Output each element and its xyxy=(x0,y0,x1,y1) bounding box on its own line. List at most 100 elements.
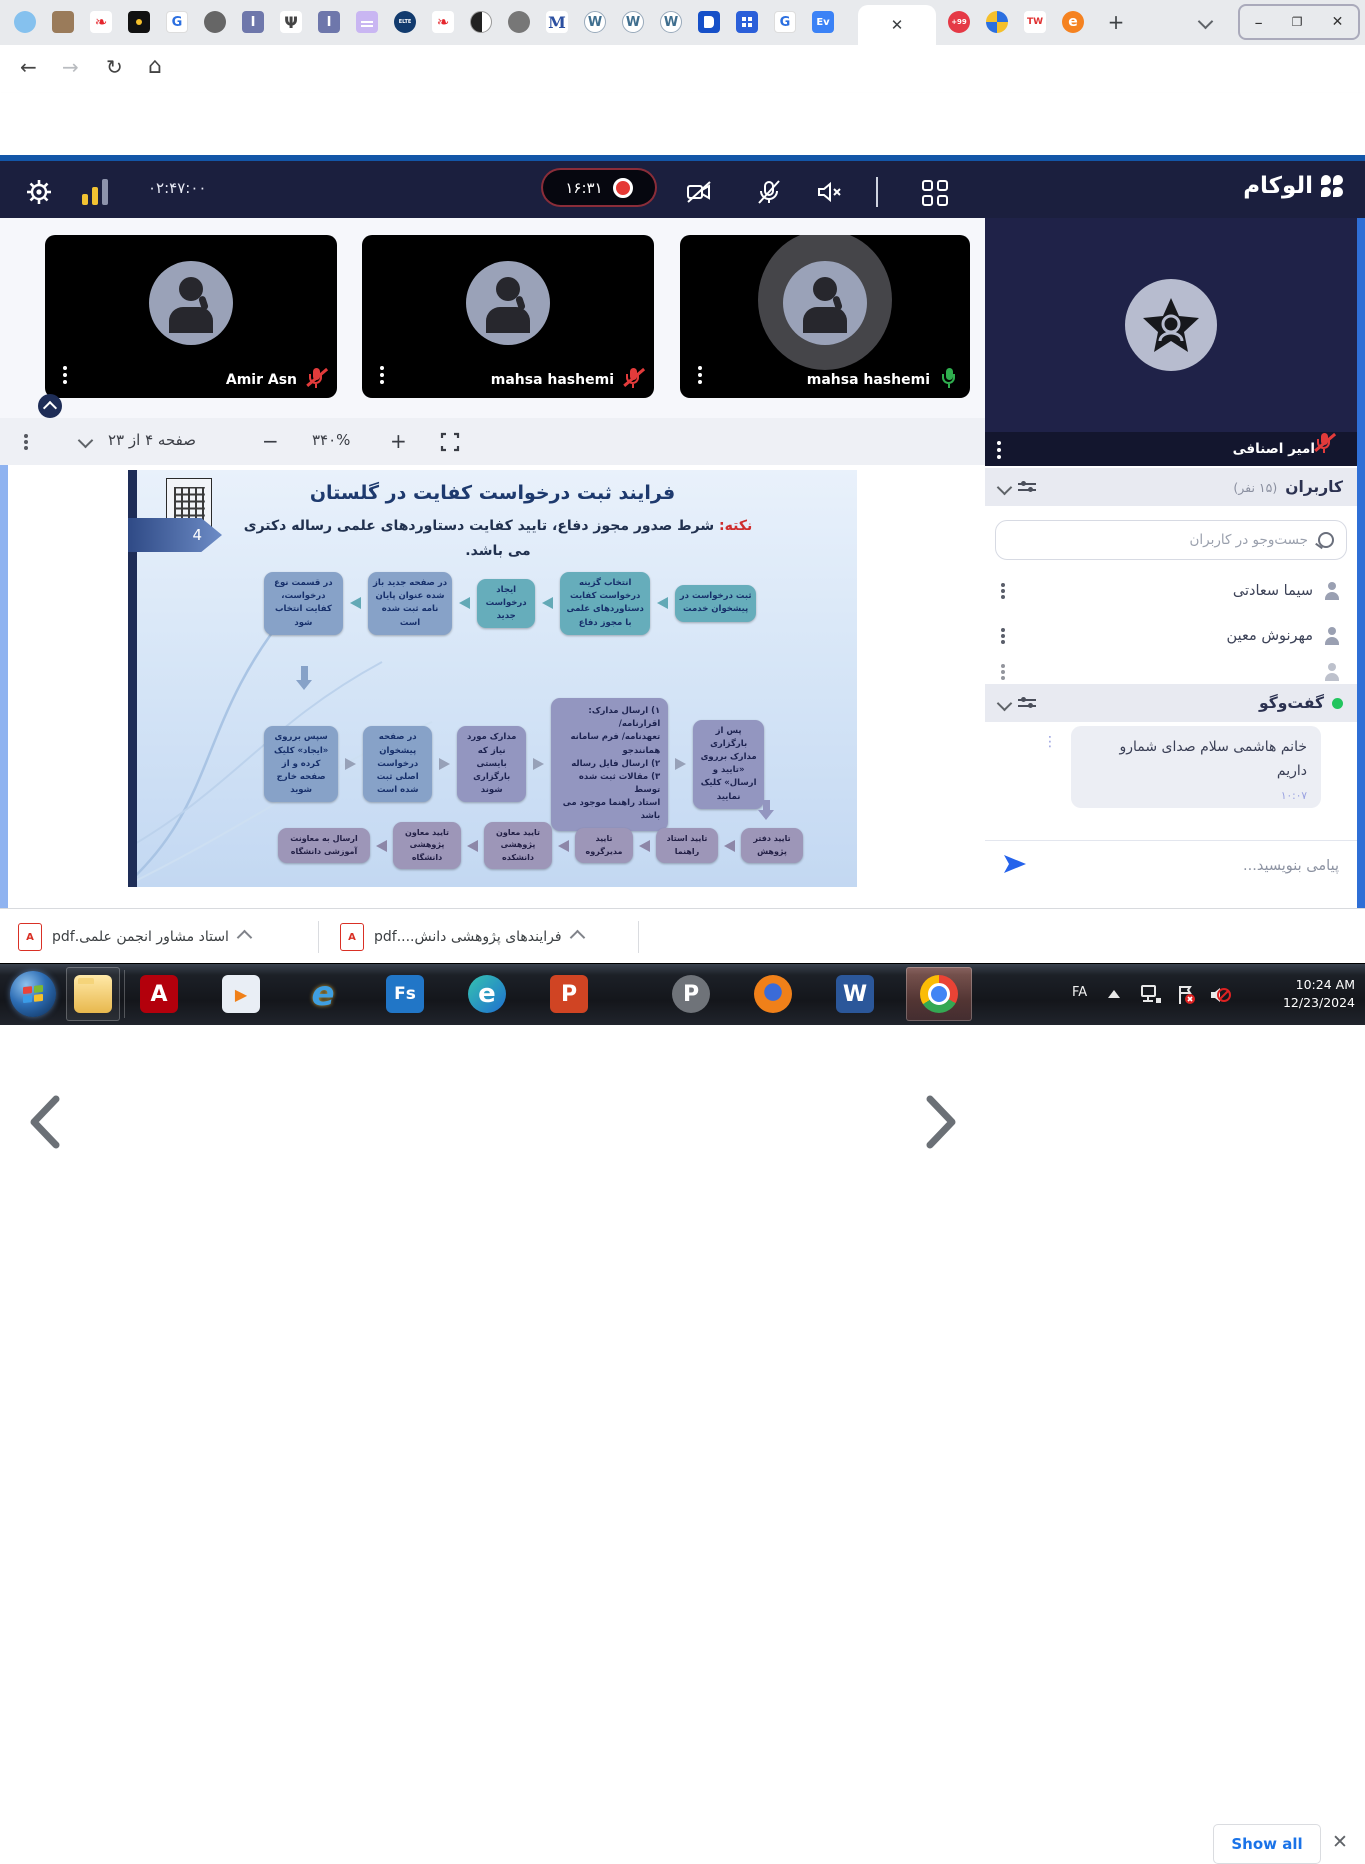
users-collapse-chevron-icon[interactable] xyxy=(997,479,1013,495)
download-file-name[interactable]: استاد مشاور انجمن علمی.pdf xyxy=(52,929,229,945)
user-search-input[interactable] xyxy=(1008,531,1310,549)
doc-menu-kebab-icon[interactable] xyxy=(24,434,28,438)
active-tab[interactable]: ✕ xyxy=(858,5,936,45)
zoom-out-button[interactable]: − xyxy=(262,429,279,453)
chat-section-header[interactable]: گفت‌وگو xyxy=(985,684,1357,722)
taskbar-chrome-button-active[interactable] xyxy=(906,967,972,1021)
download-chevron-up-icon[interactable] xyxy=(237,929,253,945)
pinned-tab-fork-icon[interactable]: Ψ xyxy=(280,11,302,33)
message-menu-kebab-icon[interactable]: ⋮ xyxy=(1043,734,1057,750)
downloads-close-icon[interactable]: ✕ xyxy=(1332,1831,1348,1853)
pinned-tab-red-bird-icon[interactable]: ❧ xyxy=(90,11,112,33)
pinned-tab-elte-icon[interactable]: ELTE xyxy=(394,11,416,33)
pinned-tab-wordpress-icon[interactable]: W xyxy=(622,11,644,33)
back-icon[interactable]: ← xyxy=(20,57,37,77)
user-menu-kebab-icon[interactable] xyxy=(1001,628,1005,632)
start-button[interactable] xyxy=(6,967,60,1021)
network-icon[interactable] xyxy=(1140,984,1162,1008)
download-chevron-up-icon[interactable] xyxy=(569,929,585,945)
pinned-tab-translate-icon[interactable]: G xyxy=(774,11,796,33)
user-menu-kebab-icon[interactable] xyxy=(1001,664,1005,668)
tile-menu-kebab-icon[interactable] xyxy=(698,366,702,370)
window-minimize-button[interactable]: – xyxy=(1255,13,1263,32)
camera-off-icon[interactable] xyxy=(684,177,714,207)
show-all-downloads-button[interactable]: Show all xyxy=(1213,1824,1321,1864)
left-scrollbar[interactable] xyxy=(0,465,8,908)
tab-list-chevron-icon[interactable] xyxy=(1200,16,1211,27)
window-close-button[interactable]: ✕ xyxy=(1332,14,1344,30)
user-list-item[interactable]: سیما سعادتی xyxy=(985,570,1357,612)
settings-gear-icon[interactable] xyxy=(24,177,54,211)
language-indicator[interactable]: FA xyxy=(1072,985,1087,1000)
download-file-name[interactable]: فرایندهای پژوهشی دانش....pdf xyxy=(374,929,562,945)
pinned-tab-wordpress-icon[interactable]: W xyxy=(660,11,682,33)
user-list-item-partial[interactable] xyxy=(985,660,1357,684)
panel-scrollbar[interactable] xyxy=(1357,218,1365,908)
pinned-tab-book-icon[interactable] xyxy=(698,11,720,33)
pinned-tab-card-icon[interactable] xyxy=(356,11,378,33)
connection-signal-icon[interactable] xyxy=(82,177,112,205)
user-menu-kebab-icon[interactable] xyxy=(1001,583,1005,587)
taskbar-media-player-button[interactable]: ▶ xyxy=(214,967,268,1021)
send-message-icon[interactable] xyxy=(1001,853,1027,879)
pinned-tab-red-bird-icon[interactable]: ❧ xyxy=(432,11,454,33)
taskbar-word-button[interactable]: W xyxy=(828,967,882,1021)
pinned-tab-globe-icon[interactable] xyxy=(508,11,530,33)
taskbar-powerpoint-button[interactable]: P xyxy=(542,967,596,1021)
taskbar-adobe-button[interactable]: A xyxy=(132,967,186,1021)
taskbar-faststone-button[interactable]: Fs xyxy=(378,967,432,1021)
collapse-tiles-button[interactable] xyxy=(38,394,62,418)
user-search-box[interactable] xyxy=(995,520,1347,560)
download-item[interactable]: A استاد مشاور انجمن علمی.pdf xyxy=(18,919,250,955)
record-icon[interactable] xyxy=(613,178,633,198)
user-list-item[interactable]: مهرنوش معین xyxy=(985,615,1357,657)
download-item[interactable]: A فرایندهای پژوهشی دانش....pdf xyxy=(340,919,583,955)
reload-icon[interactable]: ↻ xyxy=(106,57,123,77)
tab-plus99-icon[interactable]: +99 xyxy=(948,11,970,33)
mic-off-icon[interactable] xyxy=(754,177,784,207)
tile-menu-kebab-icon[interactable] xyxy=(380,366,384,370)
layout-grid-icon[interactable] xyxy=(922,180,948,206)
users-filter-icon[interactable] xyxy=(1018,480,1036,494)
chat-collapse-chevron-icon[interactable] xyxy=(997,695,1013,711)
previous-slide-chevron[interactable] xyxy=(26,1093,64,1155)
pinned-tab-camera-icon[interactable] xyxy=(128,11,150,33)
pinned-tab-globe-icon[interactable] xyxy=(204,11,226,33)
tab-close-icon[interactable]: ✕ xyxy=(891,16,904,34)
presenter-menu-kebab-icon[interactable] xyxy=(997,441,1001,445)
pinned-tab-ev-icon[interactable]: Ev xyxy=(812,11,834,33)
pinned-tab-wordpress-icon[interactable]: W xyxy=(584,11,606,33)
next-slide-chevron[interactable] xyxy=(922,1093,960,1155)
taskbar-ie-button[interactable]: e xyxy=(296,967,350,1021)
chat-message[interactable]: خانم هاشمی سلام صدای شمارو داریم ۱۰:۰۷ xyxy=(1071,726,1321,808)
pinned-tab-avatar-icon[interactable] xyxy=(470,11,492,33)
home-icon[interactable]: ⌂ xyxy=(148,56,162,78)
chat-filter-icon[interactable] xyxy=(1018,696,1036,710)
forward-icon[interactable]: → xyxy=(62,57,79,77)
taskbar-edge-button[interactable]: e xyxy=(460,967,514,1021)
pinned-tab-i-icon[interactable]: I xyxy=(318,11,340,33)
pinned-tab-cloud-icon[interactable] xyxy=(14,11,36,33)
new-tab-button[interactable]: + xyxy=(1105,11,1127,33)
pinned-tab-i-icon[interactable]: I xyxy=(242,11,264,33)
users-section-header[interactable]: کاربران (۱۵ نفر) xyxy=(985,468,1357,506)
system-clock[interactable]: 10:24 AM 12/23/2024 xyxy=(1283,976,1355,1012)
zoom-in-button[interactable]: + xyxy=(390,429,407,453)
pinned-tab-translate-icon[interactable]: G xyxy=(166,11,188,33)
tab-tw-icon[interactable]: TW xyxy=(1024,11,1046,33)
taskbar-psiphon-button[interactable]: P xyxy=(664,967,718,1021)
pinned-tab-gmail-icon[interactable]: M xyxy=(546,11,568,33)
speaker-muted-icon[interactable] xyxy=(814,177,844,207)
pinned-tab-gavel-icon[interactable] xyxy=(52,11,74,33)
taskbar-firefox-button[interactable] xyxy=(746,967,800,1021)
pinned-tab-grid-icon[interactable] xyxy=(736,11,758,33)
taskbar-explorer-button[interactable] xyxy=(66,967,120,1021)
volume-muted-icon[interactable] xyxy=(1208,984,1232,1010)
action-center-flag-icon[interactable] xyxy=(1176,984,1196,1010)
fullscreen-icon[interactable] xyxy=(440,432,460,452)
chat-message-input[interactable] xyxy=(1037,857,1341,875)
tab-swirl-icon[interactable] xyxy=(986,11,1008,33)
page-chevron-icon[interactable] xyxy=(80,435,91,446)
window-restore-button[interactable]: ❐ xyxy=(1292,15,1303,29)
tab-e-orange-icon[interactable]: e xyxy=(1062,11,1084,33)
